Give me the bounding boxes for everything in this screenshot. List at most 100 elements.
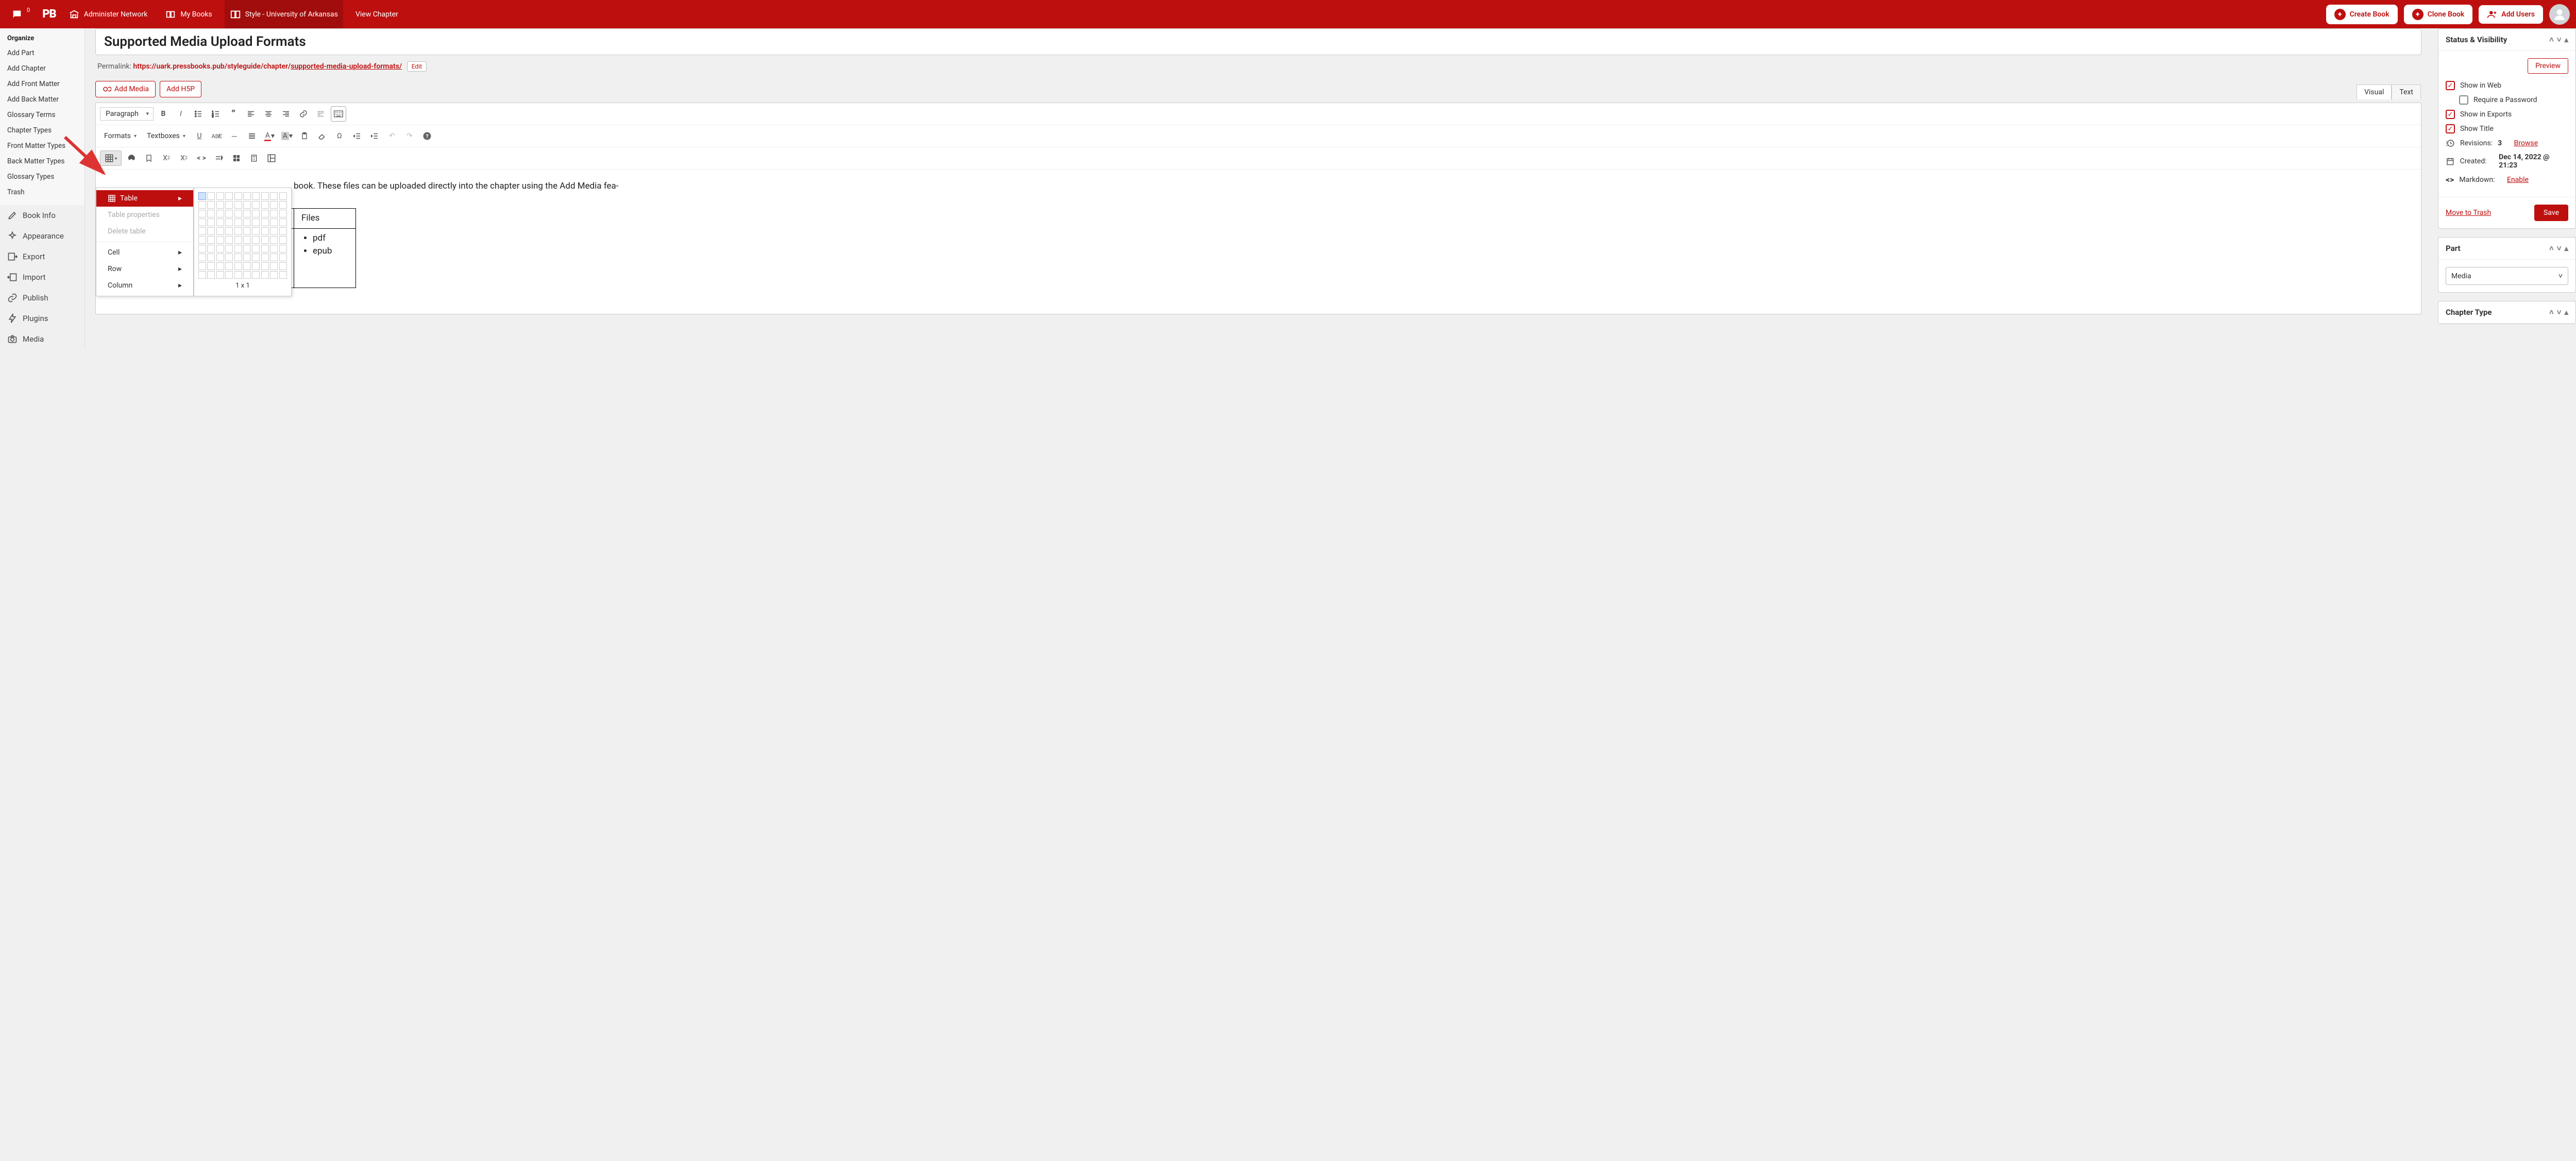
toolbar-toggle-button[interactable] bbox=[331, 106, 346, 122]
underline-button[interactable]: U bbox=[192, 128, 207, 144]
grid-cell[interactable] bbox=[225, 236, 233, 244]
grid-cell[interactable] bbox=[261, 192, 269, 200]
grid-cell[interactable] bbox=[198, 218, 206, 226]
blockquote-button[interactable]: “ bbox=[226, 106, 241, 122]
grid-cell[interactable] bbox=[198, 254, 206, 261]
grid-cell[interactable] bbox=[216, 271, 224, 279]
grid-cell[interactable] bbox=[234, 236, 242, 244]
preview-button[interactable]: Preview bbox=[2528, 58, 2568, 74]
grid-cell[interactable] bbox=[216, 262, 224, 270]
hr-button[interactable]: ─ bbox=[227, 128, 242, 144]
menu-row[interactable]: Row▸ bbox=[96, 261, 193, 277]
grid-cell[interactable] bbox=[252, 271, 260, 279]
sidebar-chapter-types[interactable]: Chapter Types bbox=[0, 123, 84, 138]
grid-cell[interactable] bbox=[198, 271, 206, 279]
save-button[interactable]: Save bbox=[2534, 205, 2568, 221]
grid-cell[interactable] bbox=[225, 210, 233, 217]
indent-button[interactable] bbox=[367, 128, 382, 144]
tab-text[interactable]: Text bbox=[2392, 85, 2421, 99]
grid-cell[interactable] bbox=[216, 245, 224, 253]
grid-cell[interactable] bbox=[270, 236, 278, 244]
grid-cell[interactable] bbox=[279, 192, 287, 200]
panel-up-icon[interactable]: ˄ bbox=[2549, 308, 2554, 317]
grid-cell[interactable] bbox=[207, 271, 215, 279]
grid-cell[interactable] bbox=[225, 192, 233, 200]
blob-button[interactable] bbox=[124, 150, 139, 166]
grid-cell[interactable] bbox=[243, 236, 251, 244]
sidebar-add-back-matter[interactable]: Add Back Matter bbox=[0, 92, 84, 107]
grid-cell[interactable] bbox=[207, 245, 215, 253]
grid-cell[interactable] bbox=[207, 210, 215, 217]
grid-cell[interactable] bbox=[198, 227, 206, 235]
nav-book-info[interactable]: Book Info bbox=[0, 205, 84, 226]
sidebar-add-front-matter[interactable]: Add Front Matter bbox=[0, 76, 84, 92]
edit-permalink-button[interactable]: Edit bbox=[407, 61, 427, 72]
user-avatar[interactable] bbox=[2549, 4, 2570, 25]
sidebar-add-chapter[interactable]: Add Chapter bbox=[0, 61, 84, 76]
grid-cell[interactable] bbox=[279, 254, 287, 261]
grid-cell[interactable] bbox=[225, 271, 233, 279]
formats-dropdown[interactable]: Formats bbox=[100, 130, 141, 142]
anchor-button[interactable] bbox=[141, 150, 157, 166]
align-right-button[interactable] bbox=[278, 106, 294, 122]
grid-cell[interactable] bbox=[225, 227, 233, 235]
grid-cell[interactable] bbox=[279, 201, 287, 209]
grid-cell[interactable] bbox=[225, 262, 233, 270]
grid-cell[interactable] bbox=[198, 236, 206, 244]
grid-cell[interactable] bbox=[234, 262, 242, 270]
nav-appearance[interactable]: Appearance bbox=[0, 226, 84, 246]
grid-cell[interactable] bbox=[234, 227, 242, 235]
sidebar-front-matter-types[interactable]: Front Matter Types bbox=[0, 138, 84, 154]
panel-up-icon[interactable]: ˄ bbox=[2549, 35, 2554, 44]
grid-cell[interactable] bbox=[216, 210, 224, 217]
menu-table[interactable]: Table ▸ bbox=[96, 190, 193, 207]
panel-toggle-icon[interactable]: ▴ bbox=[2564, 35, 2568, 44]
numbered-list-button[interactable]: 123 bbox=[208, 106, 224, 122]
nav-import[interactable]: Import bbox=[0, 267, 84, 288]
nav-publish[interactable]: Publish bbox=[0, 288, 84, 308]
grid-cell[interactable] bbox=[234, 218, 242, 226]
panel-up-icon[interactable]: ˄ bbox=[2549, 244, 2554, 253]
grid-cell[interactable] bbox=[270, 271, 278, 279]
grid-cell[interactable] bbox=[243, 210, 251, 217]
grid-cell[interactable] bbox=[252, 262, 260, 270]
menu-cell[interactable]: Cell▸ bbox=[96, 244, 193, 261]
grid-cell[interactable] bbox=[261, 227, 269, 235]
grid-cell[interactable] bbox=[207, 227, 215, 235]
chapter-title-input[interactable] bbox=[95, 28, 2421, 55]
table-size-picker[interactable]: 1 x 1 bbox=[194, 188, 292, 296]
grid-cell[interactable] bbox=[207, 192, 215, 200]
bullet-list-button[interactable] bbox=[191, 106, 206, 122]
current-book-link[interactable]: Style - University of Arkansas bbox=[225, 0, 343, 28]
help-button[interactable]: ? bbox=[419, 128, 435, 144]
nav-plugins[interactable]: Plugins bbox=[0, 308, 84, 329]
grid-cell[interactable] bbox=[198, 192, 206, 200]
sidebar-back-matter-types[interactable]: Back Matter Types bbox=[0, 154, 84, 169]
grid-cell[interactable] bbox=[252, 210, 260, 217]
panel-down-icon[interactable]: ˅ bbox=[2557, 35, 2562, 44]
clear-formatting-button[interactable] bbox=[314, 128, 330, 144]
grid-cell[interactable] bbox=[234, 192, 242, 200]
show-title-checkbox[interactable]: ✓ bbox=[2446, 124, 2455, 133]
grid-cell[interactable] bbox=[261, 236, 269, 244]
undo-button[interactable]: ↶ bbox=[384, 128, 400, 144]
grid-cell[interactable] bbox=[243, 201, 251, 209]
notifications-button[interactable]: 0 bbox=[6, 0, 35, 28]
grid-cell[interactable] bbox=[261, 262, 269, 270]
grid-cell[interactable] bbox=[252, 245, 260, 253]
editor-canvas[interactable]: book. These files can be uploaded direct… bbox=[96, 170, 2421, 314]
panel-down-icon[interactable]: ˅ bbox=[2557, 244, 2562, 253]
layout-button[interactable] bbox=[264, 150, 279, 166]
grid-cell[interactable] bbox=[225, 245, 233, 253]
grid-cell[interactable] bbox=[234, 254, 242, 261]
grid-cell[interactable] bbox=[243, 192, 251, 200]
panel-toggle-icon[interactable]: ▴ bbox=[2564, 308, 2568, 317]
apps-button[interactable] bbox=[229, 150, 244, 166]
sidebar-glossary-terms[interactable]: Glossary Terms bbox=[0, 107, 84, 123]
grid-cell[interactable] bbox=[261, 271, 269, 279]
table-button[interactable]: ▴ bbox=[100, 150, 122, 166]
grid-cell[interactable] bbox=[270, 210, 278, 217]
sidebar-add-part[interactable]: Add Part bbox=[0, 45, 84, 61]
grid-cell[interactable] bbox=[279, 227, 287, 235]
textboxes-dropdown[interactable]: Textboxes bbox=[143, 130, 190, 142]
